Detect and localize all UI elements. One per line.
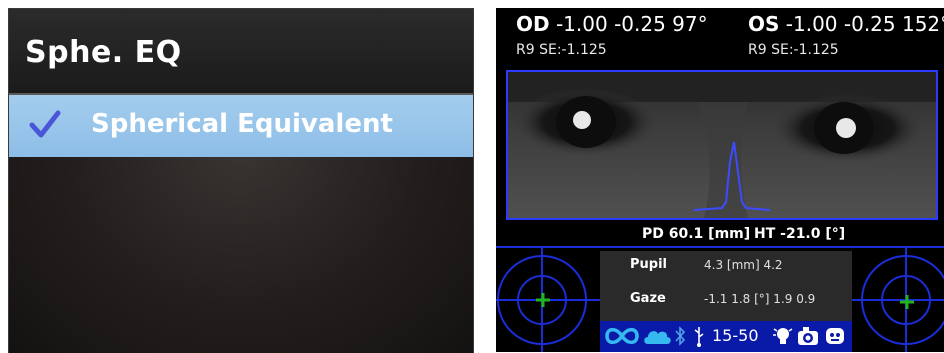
range-value: 15-50	[712, 326, 759, 345]
od-r: R9	[516, 42, 535, 58]
menu-item-label: Spherical Equivalent	[91, 109, 393, 139]
od-sub: R9 SE:-1.125	[516, 42, 607, 58]
pupil-value: 4.3 [mm] 4.2	[704, 258, 783, 272]
menu-item-spherical-equivalent[interactable]: Spherical Equivalent	[9, 95, 473, 157]
cloud-icon	[644, 331, 671, 344]
ht-value: HT -21.0 [°]	[754, 226, 846, 242]
os-label: OS	[748, 12, 780, 36]
od-label: OD	[516, 12, 550, 36]
pd-ht-readout: PD 60.1 [mm] HT -21.0 [°]	[496, 220, 944, 248]
od-se: SE:-1.125	[539, 42, 607, 58]
eye-camera-view	[506, 70, 938, 220]
right-alignment-crosshair	[852, 248, 944, 352]
infinity-icon	[605, 327, 639, 345]
os-se: SE:-1.125	[771, 42, 839, 58]
os-sub: R9 SE:-1.125	[748, 42, 839, 58]
os-values: -1.00 -0.25 152°	[785, 12, 944, 36]
face-icon	[826, 328, 844, 344]
checkmark-icon	[29, 110, 61, 138]
os-readout: OS -1.00 -0.25 152°	[748, 12, 944, 36]
pd-value: PD 60.1 [mm]	[642, 226, 751, 242]
gaze-value: -1.1 1.8 [°] 1.9 0.9	[704, 292, 816, 306]
eyes-image	[508, 72, 936, 218]
menu-header: Sphe. EQ	[9, 9, 473, 95]
od-values: -1.00 -0.25 97°	[555, 12, 708, 36]
status-bar: 15-50	[600, 321, 852, 352]
gaze-label: Gaze	[630, 291, 666, 306]
usb-icon	[694, 327, 704, 347]
pupil-gaze-table: Pupil 4.3 [mm] 4.2 Gaze -1.1 1.8 [°] 1.9…	[600, 251, 852, 321]
bulb-icon	[773, 328, 793, 344]
pupil-label: Pupil	[630, 257, 668, 272]
os-r: R9	[748, 42, 767, 58]
left-alignment-crosshair	[496, 248, 600, 352]
bluetooth-icon	[675, 326, 686, 346]
measurement-screen: OD -1.00 -0.25 97° R9 SE:-1.125 OS -1.00…	[496, 8, 944, 352]
od-readout: OD -1.00 -0.25 97°	[516, 12, 708, 36]
menu-panel: Sphe. EQ Spherical Equivalent	[8, 8, 474, 353]
page-title: Sphe. EQ	[25, 35, 182, 70]
camera-icon	[798, 327, 818, 345]
